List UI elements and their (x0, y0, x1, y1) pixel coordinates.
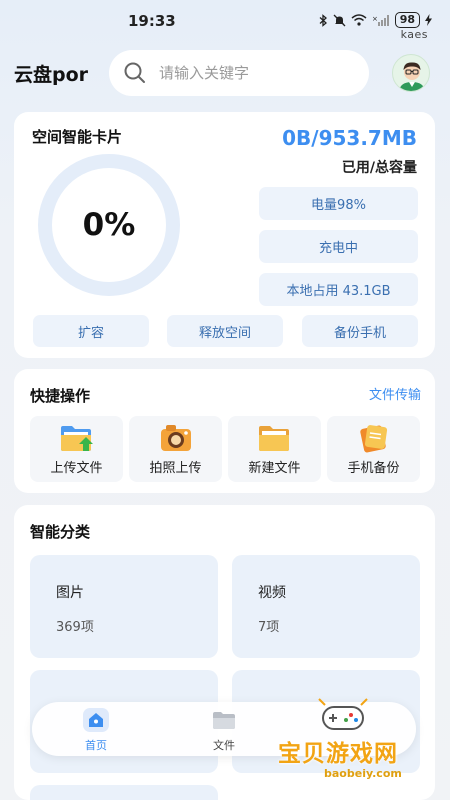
search-bar[interactable] (109, 50, 369, 96)
new-folder-icon (259, 426, 289, 451)
gamepad-logo-icon (318, 698, 368, 730)
phone-backup-icon (360, 425, 388, 453)
usage-percent: 0% (82, 207, 136, 243)
category-count: 7项 (258, 620, 280, 635)
home-icon (83, 708, 109, 732)
upload-folder-icon (61, 426, 93, 451)
category-count: 369项 (56, 620, 94, 635)
wifi-icon (351, 14, 367, 26)
free-space-button[interactable]: 释放空间 (167, 315, 283, 347)
quick-action-upload-file[interactable]: 上传文件 (30, 416, 123, 482)
search-input[interactable] (159, 64, 349, 82)
nav-label: 首页 (85, 739, 107, 752)
battery-level: 98 (394, 12, 420, 28)
search-icon (124, 62, 145, 83)
smart-category-title: 智能分类 (30, 523, 91, 541)
quick-action-label: 手机备份 (347, 461, 400, 476)
used-capacity-caption: 已用/总容量 (341, 160, 417, 176)
battery-level-pill: 电量98% (259, 187, 418, 220)
quick-action-phone-backup[interactable]: 手机备份 (327, 416, 420, 482)
status-time: 19:33 (128, 12, 176, 30)
file-transfer-link[interactable]: 文件传输 (369, 384, 421, 403)
category-name: 视频 (258, 585, 286, 601)
category-name: 图片 (56, 585, 84, 601)
quick-action-label: 新建文件 (248, 461, 301, 476)
folder-icon (213, 712, 235, 729)
quick-actions-card: 快捷操作 文件传输 上传文件 拍照上传 新建文件 手机备份 (14, 369, 435, 493)
nav-label: 文件 (213, 739, 235, 752)
quick-action-photo-upload[interactable]: 拍照上传 (129, 416, 222, 482)
svg-text:×: × (372, 15, 378, 23)
signal-icon: × (372, 15, 389, 26)
nav-item-home[interactable]: 首页 (66, 706, 126, 752)
category-tile-images[interactable]: 图片 369项 (30, 555, 218, 658)
nav-item-files[interactable]: 文件 (194, 706, 254, 752)
app-title: 云盘por (14, 64, 89, 86)
status-bar: 19:33 × 98 kaes (0, 0, 450, 41)
category-tile[interactable] (30, 785, 218, 800)
user-avatar-icon (399, 62, 425, 91)
storage-card: 空间智能卡片 0B/953.7MB 已用/总容量 0% 电量98% 充电中 本地… (14, 112, 435, 358)
expand-button[interactable]: 扩容 (33, 315, 149, 347)
quick-action-label: 拍照上传 (149, 461, 202, 476)
avatar[interactable] (392, 54, 430, 92)
charging-bolt-icon (425, 14, 432, 26)
status-icons: × 98 (319, 12, 432, 28)
watermark-text: 宝贝游戏网 (278, 741, 398, 767)
storage-card-title: 空间智能卡片 (32, 128, 123, 146)
quick-action-new-file[interactable]: 新建文件 (228, 416, 321, 482)
watermark: 宝贝游戏网 baobeiy.com (268, 695, 428, 795)
used-capacity: 0B/953.7MB (282, 126, 417, 150)
quick-action-label: 上传文件 (50, 461, 103, 476)
bluetooth-icon (319, 13, 327, 27)
camera-icon (161, 425, 191, 451)
charging-status-pill: 充电中 (259, 230, 418, 263)
category-tile-videos[interactable]: 视频 7项 (232, 555, 420, 658)
watermark-url: baobeiy.com (324, 767, 402, 780)
mute-icon (333, 14, 346, 26)
backup-phone-button[interactable]: 备份手机 (302, 315, 418, 347)
quick-actions-title: 快捷操作 (30, 387, 91, 405)
carrier-label: kaes (400, 28, 428, 41)
local-usage-pill: 本地占用 43.1GB (259, 273, 418, 306)
